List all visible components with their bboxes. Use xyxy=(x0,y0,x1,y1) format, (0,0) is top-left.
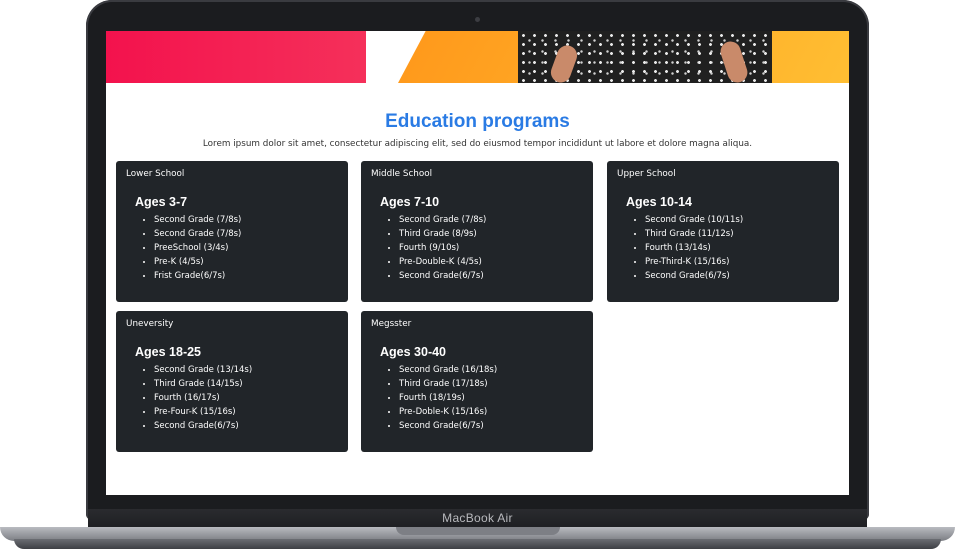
grade-item: Fourth (9/10s) xyxy=(399,241,583,255)
hero-banner xyxy=(106,31,849,83)
laptop-notch xyxy=(396,527,560,535)
grade-item: Fourth (16/17s) xyxy=(154,391,338,405)
grade-item: Second Grade(6/7s) xyxy=(154,419,338,433)
program-grade-list: Second Grade (7/8s) Third Grade (8/9s) F… xyxy=(371,213,583,283)
screen: Education programs Lorem ipsum dolor sit… xyxy=(106,31,849,495)
program-ages: Ages 10-14 xyxy=(626,195,693,209)
laptop-mockup: Education programs Lorem ipsum dolor sit… xyxy=(0,0,955,549)
program-ages: Ages 30-40 xyxy=(380,345,447,359)
program-card-lower-school: Lower School Ages 3-7 Second Grade (7/8s… xyxy=(116,161,348,302)
program-grade-list: Second Grade (7/8s) Second Grade (7/8s) … xyxy=(126,213,338,283)
program-card-university: Uneversity Ages 18-25 Second Grade (13/1… xyxy=(116,311,348,452)
grade-item: Third Grade (8/9s) xyxy=(399,227,583,241)
grade-item: PreeSchool (3/4s) xyxy=(154,241,338,255)
section-subtitle: Lorem ipsum dolor sit amet, consectetur … xyxy=(202,139,753,149)
grade-item: Second Grade (13/14s) xyxy=(154,363,338,377)
grade-item: Second Grade(6/7s) xyxy=(399,419,583,433)
camera-dot xyxy=(475,17,480,22)
grade-item: Fourth (13/14s) xyxy=(645,241,829,255)
program-ages: Ages 3-7 xyxy=(135,195,188,209)
grade-item: Second Grade (7/8s) xyxy=(154,213,338,227)
program-card-middle-school: Middle School Ages 7-10 Second Grade (7/… xyxy=(361,161,593,302)
program-ages: Ages 18-25 xyxy=(135,345,202,359)
program-name: Uneversity xyxy=(126,319,174,329)
program-grade-list: Second Grade (13/14s) Third Grade (14/15… xyxy=(126,363,338,433)
grade-item: Third Grade (14/15s) xyxy=(154,377,338,391)
grade-item: Pre-K (4/5s) xyxy=(154,255,338,269)
program-grade-list: Second Grade (16/18s) Third Grade (17/18… xyxy=(371,363,583,433)
grade-item: Second Grade (7/8s) xyxy=(154,227,338,241)
grade-item: Third Grade (11/12s) xyxy=(645,227,829,241)
grade-item: Fourth (18/19s) xyxy=(399,391,583,405)
grade-item: Second Grade (16/18s) xyxy=(399,363,583,377)
grade-item: Second Grade(6/7s) xyxy=(645,269,829,283)
laptop-foot xyxy=(14,539,941,549)
laptop-base: MacBook Air xyxy=(0,509,955,549)
grade-item: Pre-Doble-K (15/16s) xyxy=(399,405,583,419)
program-card-master: Megsster Ages 30-40 Second Grade (16/18s… xyxy=(361,311,593,452)
program-name: Megsster xyxy=(371,319,412,329)
grade-item: Frist Grade(6/7s) xyxy=(154,269,338,283)
program-name: Lower School xyxy=(126,169,185,179)
grade-item: Pre-Double-K (4/5s) xyxy=(399,255,583,269)
grade-item: Second Grade (10/11s) xyxy=(645,213,829,227)
grade-item: Second Grade(6/7s) xyxy=(399,269,583,283)
program-ages: Ages 7-10 xyxy=(380,195,440,209)
grade-item: Third Grade (17/18s) xyxy=(399,377,583,391)
device-label: MacBook Air xyxy=(442,511,513,525)
grade-item: Pre-Four-K (15/16s) xyxy=(154,405,338,419)
grade-item: Second Grade (7/8s) xyxy=(399,213,583,227)
grade-item: Pre-Third-K (15/16s) xyxy=(645,255,829,269)
section-title: Education programs xyxy=(385,111,570,132)
program-grade-list: Second Grade (10/11s) Third Grade (11/12… xyxy=(617,213,829,283)
program-card-upper-school: Upper School Ages 10-14 Second Grade (10… xyxy=(607,161,839,302)
program-name: Upper School xyxy=(617,169,676,179)
program-name: Middle School xyxy=(371,169,433,179)
